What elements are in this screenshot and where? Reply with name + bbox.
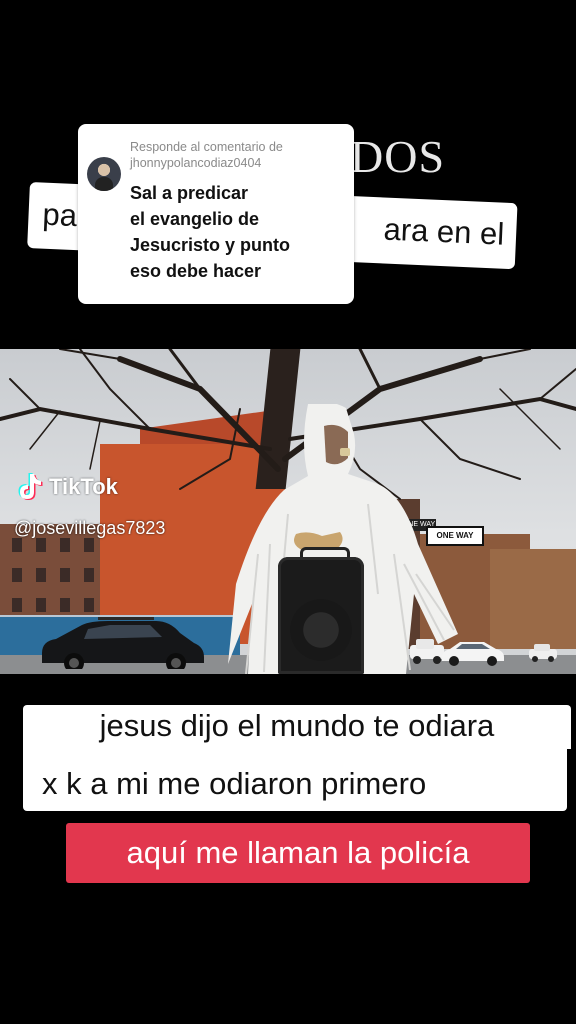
caption-red-banner: aquí me llaman la policía xyxy=(66,823,530,883)
background-caption-line2-left: pa xyxy=(41,196,78,234)
background-title-fragment: DOS xyxy=(350,131,446,182)
reply-line: Jesucristo y punto xyxy=(130,235,291,255)
caption-line-2-text: x k a mi me odiaron primero xyxy=(42,766,427,801)
caption-line-2: x k a mi me odiaron primero xyxy=(23,749,567,811)
speaker-grill xyxy=(290,599,352,661)
video-frame[interactable]: ONE WAY ONE WAY xyxy=(0,349,576,674)
car-white-far xyxy=(529,644,557,662)
background-caption-line2-right: ara en el xyxy=(382,211,505,252)
tiktok-brand-text: TikTok xyxy=(49,474,118,499)
building-far-right xyxy=(490,549,576,649)
tiktok-logo-icon xyxy=(17,472,43,502)
creator-username[interactable]: @josevillegas7823 xyxy=(14,518,165,539)
reply-line: eso debe hacer xyxy=(130,261,262,281)
car-suv xyxy=(42,617,204,669)
tiktok-watermark: TikTok xyxy=(17,472,118,502)
user-avatar[interactable] xyxy=(87,157,121,191)
caption-line-1: jesus dijo el mundo te odiara xyxy=(23,705,571,749)
reply-line: Sal a predicar xyxy=(130,183,249,203)
reply-comment-text: Sal a predicar el evangelio de Jesucrist… xyxy=(130,180,345,284)
reply-header: Responde al comentario de jhonnypolancod… xyxy=(130,140,283,170)
reply-line: el evangelio de xyxy=(130,209,260,229)
